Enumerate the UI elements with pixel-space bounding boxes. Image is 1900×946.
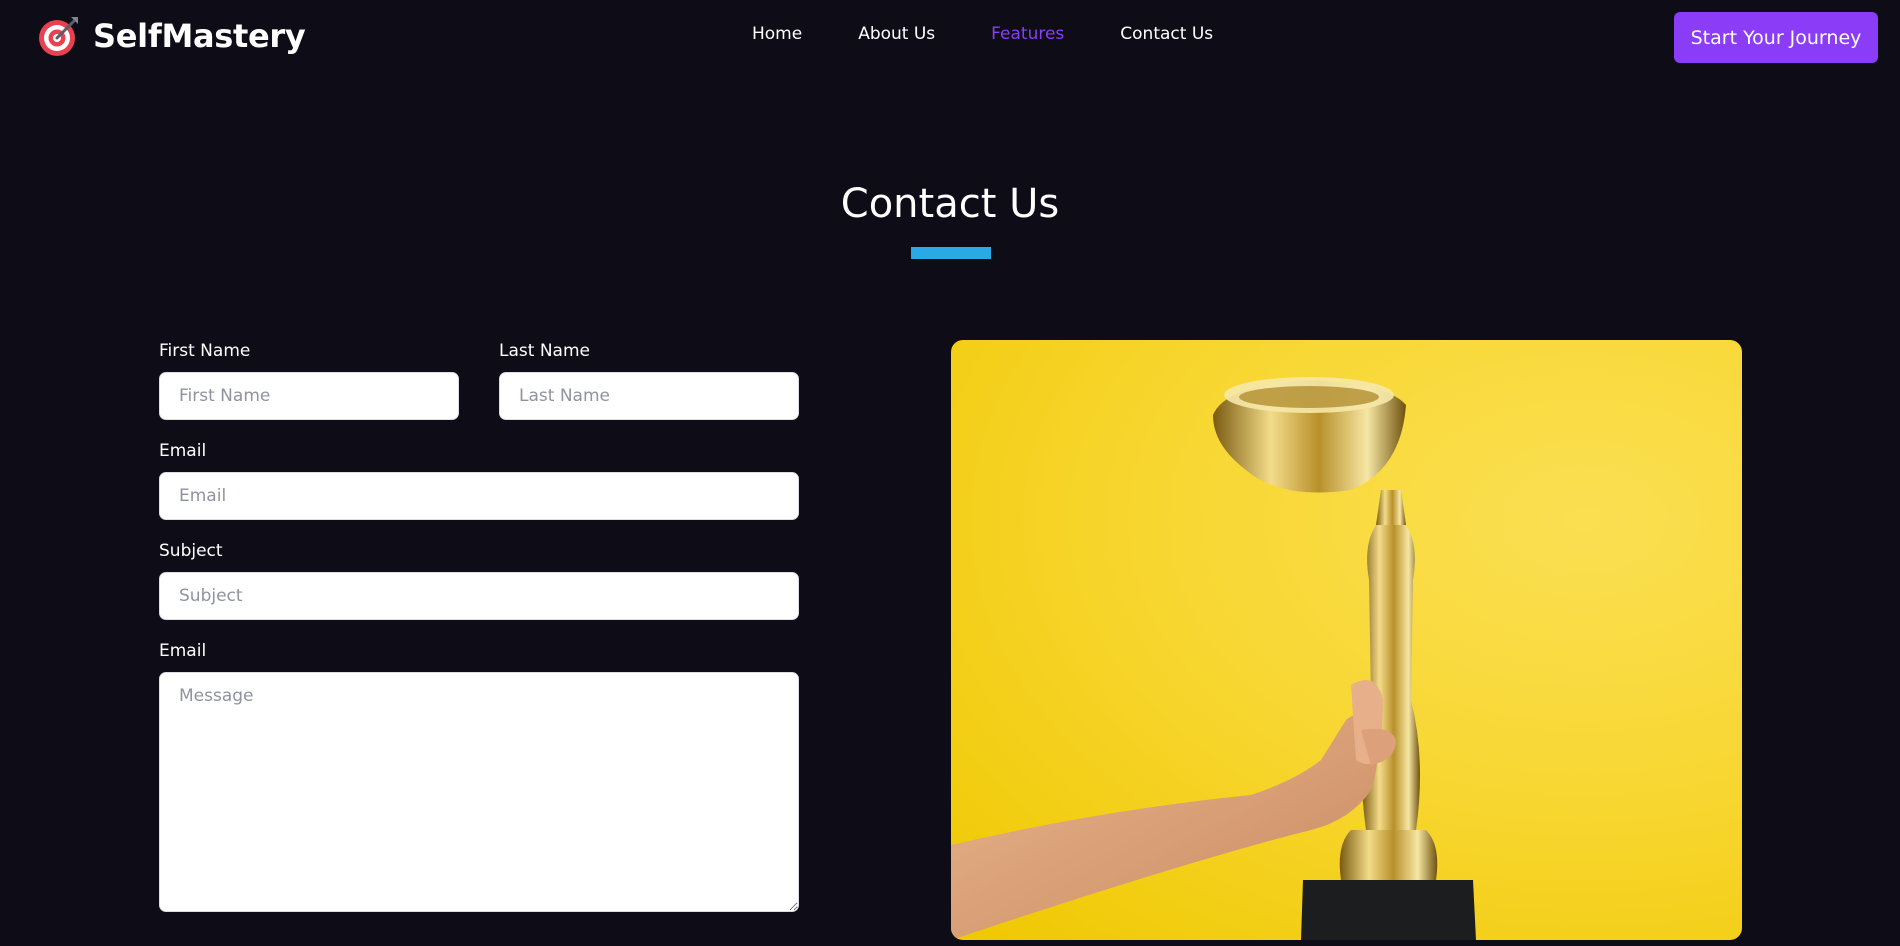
first-name-label: First Name xyxy=(159,341,251,361)
top-navbar: SelfMastery Home About Us Features Conta… xyxy=(0,0,1900,74)
title-underline-accent xyxy=(911,247,991,259)
start-journey-button[interactable]: Start Your Journey xyxy=(1674,12,1878,63)
brand-logo-link[interactable]: SelfMastery xyxy=(37,14,306,58)
nav-about-link[interactable]: About Us xyxy=(858,24,935,44)
target-dart-icon xyxy=(39,17,78,56)
main-menu: Home About Us Features Contact Us xyxy=(752,24,1269,44)
message-textarea[interactable] xyxy=(159,672,799,912)
trophy-illustration xyxy=(951,377,1476,940)
email-label: Email xyxy=(159,441,207,461)
nav-features-link[interactable]: Features xyxy=(991,24,1064,44)
contact-section-title: Contact Us xyxy=(840,181,1060,227)
nav-home-link[interactable]: Home xyxy=(752,24,802,44)
email-input[interactable] xyxy=(159,472,799,520)
subject-label: Subject xyxy=(159,541,223,561)
last-name-input[interactable] xyxy=(499,372,799,420)
nav-contact-link[interactable]: Contact Us xyxy=(1120,24,1213,44)
trophy-photo xyxy=(951,340,1742,940)
brand-name: SelfMastery xyxy=(93,17,306,55)
message-label: Email xyxy=(159,641,207,661)
last-name-label: Last Name xyxy=(499,341,590,361)
first-name-input[interactable] xyxy=(159,372,459,420)
subject-input[interactable] xyxy=(159,572,799,620)
